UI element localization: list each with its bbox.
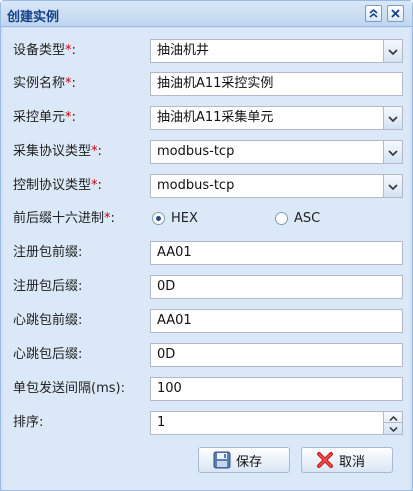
hb-suffix-label: 心跳包后缀: bbox=[13, 347, 83, 362]
close-button[interactable] bbox=[387, 5, 404, 22]
reg-suffix-label: 注册包后缀: bbox=[13, 279, 83, 294]
device-type-label: 设备类型*: bbox=[13, 43, 76, 58]
control-unit-dropdown-trigger[interactable] bbox=[383, 106, 403, 130]
reg-suffix-input[interactable]: 0D bbox=[150, 275, 403, 299]
chevron-down-icon bbox=[388, 145, 398, 160]
floppy-disk-icon bbox=[213, 451, 231, 469]
reg-prefix-value: AA01 bbox=[157, 245, 192, 260]
chevron-down-icon bbox=[388, 44, 398, 59]
control-unit-select[interactable]: 抽油机A11采集单元 bbox=[150, 106, 403, 130]
hex-prefix-label: 前后缀十六进制*: bbox=[13, 211, 115, 226]
hb-suffix-input[interactable]: 0D bbox=[150, 343, 403, 367]
save-button[interactable]: 保存 bbox=[198, 447, 290, 473]
radio-hex[interactable]: HEX bbox=[152, 211, 198, 226]
hb-prefix-value: AA01 bbox=[157, 313, 192, 328]
ctrl-protocol-dropdown-trigger[interactable] bbox=[383, 174, 403, 198]
radio-hex-label: HEX bbox=[171, 211, 198, 226]
chevron-down-icon bbox=[388, 111, 398, 126]
send-interval-input[interactable]: 100 bbox=[150, 377, 403, 401]
ctrl-protocol-value: modbus-tcp bbox=[157, 178, 235, 193]
sort-label: 排序: bbox=[13, 415, 44, 430]
hex-prefix-radio-group: HEX ASC bbox=[150, 208, 403, 230]
acq-protocol-dropdown-trigger[interactable] bbox=[383, 140, 403, 164]
reg-prefix-label: 注册包前缀: bbox=[13, 245, 83, 260]
window-header: 创建实例 bbox=[1, 1, 412, 27]
hb-suffix-value: 0D bbox=[157, 347, 176, 362]
chevron-down-icon bbox=[388, 421, 398, 436]
acq-protocol-label: 采集协议类型*: bbox=[13, 144, 102, 159]
cancel-button[interactable]: 取消 bbox=[301, 447, 393, 473]
ctrl-protocol-label: 控制协议类型*: bbox=[13, 178, 102, 193]
control-unit-value: 抽油机A11采集单元 bbox=[157, 110, 274, 125]
send-interval-value: 100 bbox=[157, 381, 182, 396]
create-instance-window: 创建实例 设备类型*: 抽油机井 实例名称*: 抽油机A11采控实例 采控单元*… bbox=[0, 0, 413, 491]
sort-spinner bbox=[383, 411, 403, 435]
instance-name-value: 抽油机A11采控实例 bbox=[157, 76, 274, 91]
acq-protocol-value: modbus-tcp bbox=[157, 144, 235, 159]
hb-prefix-label: 心跳包前缀: bbox=[13, 313, 83, 328]
ctrl-protocol-select[interactable]: modbus-tcp bbox=[150, 174, 403, 198]
radio-unselected-icon bbox=[275, 212, 288, 225]
radio-selected-icon bbox=[152, 212, 165, 225]
instance-name-label: 实例名称*: bbox=[13, 76, 76, 91]
spin-down-button[interactable] bbox=[384, 423, 402, 434]
cancel-button-label: 取消 bbox=[339, 454, 366, 470]
reg-suffix-value: 0D bbox=[157, 279, 176, 294]
instance-name-input[interactable]: 抽油机A11采控实例 bbox=[150, 72, 403, 96]
close-icon bbox=[390, 8, 401, 19]
radio-asc-label: ASC bbox=[294, 211, 321, 226]
device-type-dropdown-trigger[interactable] bbox=[383, 39, 403, 63]
radio-asc[interactable]: ASC bbox=[275, 211, 320, 226]
hb-prefix-input[interactable]: AA01 bbox=[150, 309, 403, 333]
collapse-icon bbox=[368, 8, 379, 19]
save-button-label: 保存 bbox=[236, 454, 263, 470]
sort-number-input[interactable]: 1 bbox=[150, 411, 403, 435]
reg-prefix-input[interactable]: AA01 bbox=[150, 241, 403, 265]
device-type-select[interactable]: 抽油机井 bbox=[150, 39, 403, 63]
acq-protocol-select[interactable]: modbus-tcp bbox=[150, 140, 403, 164]
device-type-value: 抽油机井 bbox=[157, 43, 210, 58]
cross-icon bbox=[316, 451, 334, 469]
chevron-down-icon bbox=[388, 179, 398, 194]
send-interval-label: 单包发送间隔(ms): bbox=[13, 381, 125, 396]
control-unit-label: 采控单元*: bbox=[13, 110, 76, 125]
form-body: 设备类型*: 抽油机井 实例名称*: 抽油机A11采控实例 采控单元*: 抽油机… bbox=[3, 28, 410, 490]
collapse-button[interactable] bbox=[365, 5, 382, 22]
window-title: 创建实例 bbox=[7, 10, 60, 25]
sort-value: 1 bbox=[157, 415, 166, 430]
